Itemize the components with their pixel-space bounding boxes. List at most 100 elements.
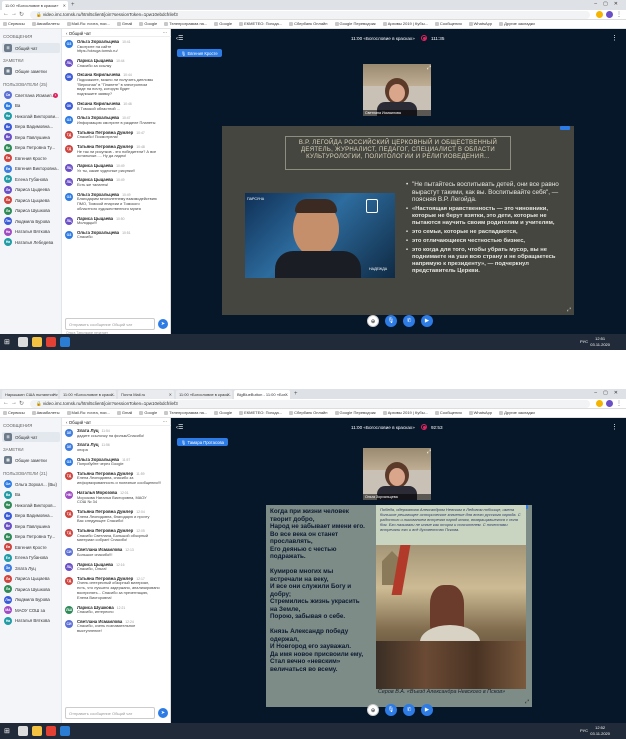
search-icon[interactable] — [18, 726, 28, 736]
browser-tab[interactable]: 11:00 «Богословие в краск... ✕ — [176, 390, 232, 399]
fullscreen-presentation-icon[interactable]: ⤢ — [525, 699, 529, 705]
word-icon[interactable] — [60, 337, 70, 347]
close-tab-icon[interactable]: ✕ — [227, 392, 230, 397]
menu-icon[interactable]: ⋮ — [616, 400, 622, 407]
close-tab-icon[interactable]: ✕ — [53, 392, 56, 397]
recording-icon[interactable] — [421, 424, 427, 430]
bookmark-item[interactable]: Google — [214, 410, 232, 415]
user-list-item[interactable]: Ев Евгения Викторовна... — [2, 164, 60, 174]
user-list-item[interactable]: Ла Лариса Цыдеева — [2, 185, 60, 195]
language-indicator[interactable]: РУС — [580, 339, 588, 344]
bookmark-item[interactable]: WhatsApp — [468, 21, 492, 26]
new-tab-button[interactable]: + — [71, 2, 75, 8]
share-screen-button[interactable]: ⊕ — [367, 704, 379, 716]
reload-icon[interactable]: ↻ — [19, 11, 24, 18]
window-controls[interactable]: –▢✕ — [594, 1, 624, 7]
user-list-item[interactable]: Лю Людмила Бурова — [2, 216, 60, 226]
minimize-presentation-button[interactable] — [560, 126, 570, 130]
user-list-item[interactable]: Ни Николай Викторови... — [2, 111, 60, 121]
bookmark-item[interactable]: Gmail — [116, 21, 132, 26]
close-tab-icon[interactable]: ✕ — [63, 3, 66, 8]
window-controls[interactable]: –▢✕ — [594, 390, 624, 396]
forward-icon[interactable]: → — [11, 400, 17, 406]
extension-icon[interactable] — [596, 400, 603, 407]
extension-icon[interactable] — [596, 11, 603, 18]
bookmark-item[interactable]: Google Переводчик — [334, 410, 376, 415]
user-list-item[interactable]: Ла Лариса Шушкова — [2, 206, 60, 216]
bookmark-item[interactable]: Архивы 2019 | Кубы... — [382, 410, 428, 415]
system-clock[interactable]: 12:52 03.11.2020 — [590, 725, 610, 736]
audio-button[interactable]: ✆ — [403, 315, 415, 327]
bookmark-item[interactable]: Gmail — [116, 410, 132, 415]
browser-tab[interactable]: 11:00 «Богословие в краски» ✕ — [2, 1, 68, 10]
share-screen-button[interactable]: ⊕ — [367, 315, 379, 327]
browser-tab[interactable]: 11:00 «Богословие в краск... ✕ — [60, 390, 116, 399]
bookmark-item[interactable]: Сообщения — [434, 21, 462, 26]
public-chat-item[interactable]: ☰ Общий чат — [2, 432, 60, 442]
bookmark-item[interactable]: ЕКМЕТЕО: Погода... — [239, 410, 282, 415]
fullscreen-webcam-icon[interactable]: ⤢ — [427, 65, 431, 71]
bookmark-item[interactable]: ЕКМЕТЕО: Погода... — [239, 21, 282, 26]
audio-button[interactable]: ✆ — [403, 704, 415, 716]
camera-button[interactable]: ▶ — [421, 704, 433, 716]
bookmark-item[interactable]: Mail.Ru: почта, пои... — [66, 21, 110, 26]
bookmark-item[interactable]: Сбербанк Онлайн — [289, 21, 328, 26]
bookmark-item[interactable]: Архивы 2019 | Кубы... — [382, 21, 428, 26]
user-list-item[interactable]: Ел Елена Губанова — [2, 553, 60, 563]
new-tab-button[interactable]: + — [294, 391, 298, 397]
url-field[interactable]: 🔒 video.imc.tomsk.ru/html5client/join?se… — [30, 11, 590, 19]
user-list-item[interactable]: Ни Николай Викторов... — [2, 500, 60, 510]
chat-options-icon[interactable]: ⋯ — [163, 30, 167, 36]
bookmark-item[interactable]: Сервисы — [3, 410, 25, 415]
user-list-item[interactable]: На Наталья Вяткова — [2, 227, 60, 237]
bookmark-item[interactable]: Телепрограмма на... — [164, 410, 207, 415]
user-list-item[interactable]: Ве Вера Петровна Ту... — [2, 143, 60, 153]
bookmark-item[interactable]: Mail.Ru: почта, пои... — [66, 410, 110, 415]
user-list-item[interactable]: Ев Евгения Кросте — [2, 542, 60, 552]
webcam-video[interactable]: Ольга Зорхальцева — [363, 448, 431, 500]
send-button[interactable]: ➤ — [158, 708, 168, 718]
browser-tab[interactable]: BigBlueButton - 11:00 «Бог... ✕ — [234, 390, 290, 399]
mute-button[interactable]: 🎙 — [385, 315, 397, 327]
bookmark-item[interactable]: Авиабилеты — [31, 410, 60, 415]
user-list-item[interactable]: МА МАОУ СОШ за — [2, 605, 60, 615]
menu-icon[interactable]: ⋮ — [616, 11, 622, 18]
toggle-userlist-icon[interactable]: ‹☰ — [176, 35, 183, 42]
back-icon[interactable]: ← — [3, 400, 9, 406]
bookmark-item[interactable]: Другие закладки — [499, 21, 535, 26]
user-list-item[interactable]: Ла Лариса Цыцаева — [2, 195, 60, 205]
user-list-item[interactable]: На Наталья Лебедева — [2, 237, 60, 247]
user-list-item[interactable]: Ве Вера Павлушина — [2, 521, 60, 531]
bookmark-item[interactable]: Google — [139, 410, 157, 415]
shared-notes-item[interactable]: ▤ Общие заметки — [2, 66, 60, 76]
toggle-userlist-icon[interactable]: ‹☰ — [176, 424, 183, 431]
url-field[interactable]: 🔒 video.imc.tomsk.ru/html5client/join?se… — [30, 400, 590, 408]
mute-button[interactable]: 🎙 — [385, 704, 397, 716]
fullscreen-presentation-icon[interactable]: ⤢ — [567, 307, 571, 313]
user-list-item[interactable]: Ел Елена Губанова — [2, 174, 60, 184]
bookmark-item[interactable]: Сообщения — [434, 410, 462, 415]
options-menu-icon[interactable]: ⋮ — [611, 34, 618, 42]
camera-button[interactable]: ▶ — [421, 315, 433, 327]
user-list-item[interactable]: Ве Вера Вадимовна... — [2, 511, 60, 521]
fullscreen-webcam-icon[interactable]: ⤢ — [427, 449, 431, 455]
bookmark-item[interactable]: Другие закладки — [499, 410, 535, 415]
language-indicator[interactable]: РУС — [580, 728, 588, 733]
user-list-item[interactable]: Ва Ва — [2, 101, 60, 111]
options-menu-icon[interactable]: ⋮ — [611, 423, 618, 431]
bookmark-item[interactable]: Сбербанк Онлайн — [289, 410, 328, 415]
chat-input[interactable]: Отправить сообщение Общий чат — [65, 318, 155, 330]
bookmark-item[interactable]: Google — [214, 21, 232, 26]
bookmark-item[interactable]: Google — [139, 21, 157, 26]
system-clock[interactable]: 12:51 03.11.2020 — [590, 336, 610, 347]
public-chat-item[interactable]: ☰ Общий чат — [2, 43, 60, 53]
profile-avatar-icon[interactable] — [606, 11, 613, 18]
close-tab-icon[interactable]: ✕ — [285, 392, 288, 397]
shared-notes-item[interactable]: ▤ Общие заметки — [2, 455, 60, 465]
bookmark-item[interactable]: Телепрограмма на... — [164, 21, 207, 26]
user-list-item[interactable]: Ла Лариса Шушкова — [2, 584, 60, 594]
chat-input[interactable]: Отправить сообщение Общий чат — [65, 707, 155, 719]
browser-tab[interactable]: Нарышкин США пытаются что...✕ — [2, 390, 58, 399]
windows-start-icon[interactable]: ⊞ — [4, 338, 10, 346]
windows-start-icon[interactable]: ⊞ — [4, 727, 10, 735]
